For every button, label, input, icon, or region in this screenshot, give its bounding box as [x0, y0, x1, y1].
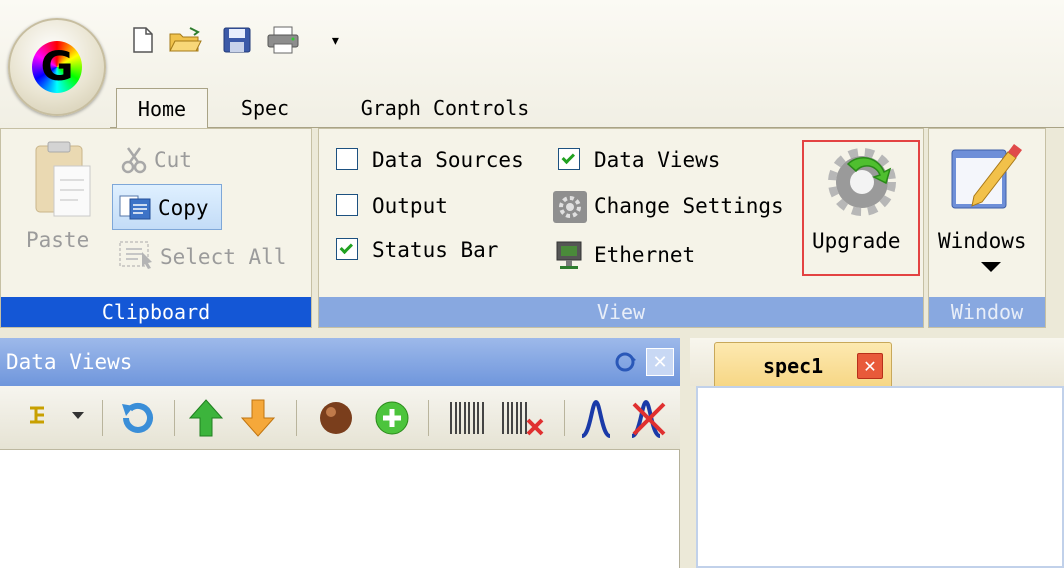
- peak-delete-icon[interactable]: [628, 398, 670, 438]
- application-button[interactable]: G: [8, 18, 106, 116]
- toolbar-separator: [296, 400, 297, 436]
- tab-home[interactable]: Home: [116, 88, 208, 128]
- select-all-button[interactable]: Select All: [160, 242, 286, 272]
- open-folder-icon[interactable]: [168, 26, 202, 54]
- view-group-label: View: [319, 297, 923, 327]
- data-sources-checkbox[interactable]: [336, 148, 358, 170]
- save-icon[interactable]: [222, 26, 252, 54]
- data-views-checkbox[interactable]: [558, 148, 580, 170]
- data-views-pane-title: Data Views: [6, 350, 133, 374]
- data-sources-label: Data Sources: [372, 148, 524, 172]
- chevron-down-icon[interactable]: [72, 412, 84, 419]
- print-icon[interactable]: [266, 26, 302, 54]
- ethernet-icon[interactable]: [554, 240, 584, 270]
- pin-icon[interactable]: [614, 350, 638, 374]
- data-views-content[interactable]: [0, 450, 680, 568]
- new-file-icon[interactable]: [130, 26, 156, 54]
- copy-label: Copy: [158, 196, 209, 220]
- close-icon[interactable]: ✕: [646, 348, 674, 376]
- spec1-tab-label: spec1: [763, 354, 824, 378]
- clipboard-group-label: Clipboard: [1, 297, 311, 327]
- checkmark-icon: [339, 240, 354, 254]
- output-label: Output: [372, 194, 448, 218]
- ethernet-button[interactable]: Ethernet: [594, 240, 695, 270]
- barcode-delete-icon[interactable]: [500, 400, 548, 436]
- toolbar-separator: [102, 400, 103, 436]
- cut-button[interactable]: Cut: [154, 146, 192, 174]
- windows-label: Windows: [938, 229, 1027, 253]
- tab-spec[interactable]: Spec: [220, 88, 310, 128]
- paste-icon[interactable]: [30, 140, 96, 224]
- add-icon[interactable]: [374, 400, 410, 436]
- checkmark-icon: [561, 150, 576, 164]
- document-canvas[interactable]: [696, 386, 1064, 568]
- cut-icon[interactable]: [120, 146, 148, 174]
- move-up-icon[interactable]: [188, 398, 224, 438]
- select-all-icon[interactable]: [118, 238, 158, 270]
- paste-button[interactable]: Paste: [26, 228, 89, 252]
- toolbar-separator: [564, 400, 565, 436]
- app-logo: G: [32, 41, 82, 93]
- close-tab-icon[interactable]: ✕: [857, 353, 883, 379]
- record-icon[interactable]: [318, 400, 354, 436]
- data-views-label: Data Views: [594, 148, 721, 172]
- windows-icon[interactable]: [948, 140, 1024, 216]
- toolbar-separator: [428, 400, 429, 436]
- output-checkbox[interactable]: [336, 194, 358, 216]
- gear-settings-icon[interactable]: [552, 190, 588, 224]
- data-views-pane-header: Data Views ✕: [0, 338, 680, 386]
- copy-icon: [118, 194, 152, 220]
- peak-icon[interactable]: [578, 398, 614, 438]
- barcode-icon[interactable]: [448, 400, 486, 436]
- change-settings-button[interactable]: Change Settings: [594, 192, 784, 220]
- refresh-icon[interactable]: [116, 398, 156, 438]
- status-bar-label: Status Bar: [372, 238, 499, 262]
- toolbar-separator: [174, 400, 175, 436]
- customize-dropdown-icon[interactable]: ▾: [330, 30, 341, 51]
- tab-graph-controls[interactable]: Graph Controls: [330, 88, 560, 128]
- upgrade-gear-icon: [818, 146, 906, 216]
- tab-spec1[interactable]: spec1 ✕: [714, 342, 892, 388]
- status-bar-checkbox[interactable]: [336, 238, 358, 260]
- window-group-label: Window: [929, 297, 1045, 327]
- upgrade-label: Upgrade: [812, 229, 901, 253]
- chevron-down-icon[interactable]: [981, 262, 1001, 272]
- move-down-icon[interactable]: [240, 398, 276, 438]
- tree-dropdown-icon[interactable]: [24, 400, 50, 430]
